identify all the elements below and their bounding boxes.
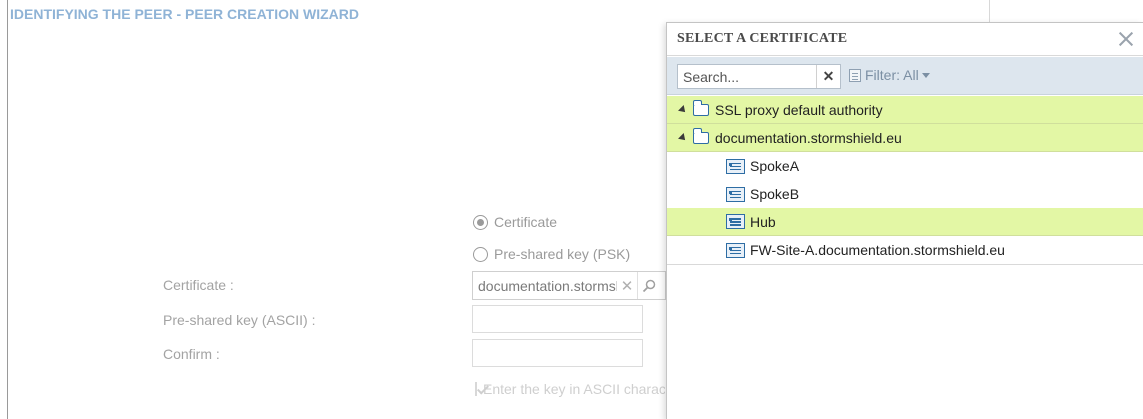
close-icon[interactable] (1119, 32, 1133, 46)
tree-item-hub[interactable]: Hub (667, 208, 1143, 236)
tree-item-spokea[interactable]: SpokeA (667, 152, 1143, 180)
tree-item-label: SSL proxy default authority (715, 101, 883, 118)
popup-header: SELECT A CERTIFICATE (667, 23, 1143, 56)
radio-psk-indicator[interactable] (473, 246, 488, 262)
tree-item-label: SpokeA (750, 158, 800, 174)
certificate-icon (726, 186, 745, 202)
tree-item-spokeb[interactable]: SpokeB (667, 180, 1143, 208)
folder-icon (692, 127, 709, 144)
certificate-clear-icon[interactable]: ✕ (617, 277, 637, 295)
popup-title: SELECT A CERTIFICATE (677, 31, 848, 46)
certificate-tree: SSL proxy default authority documentatio… (667, 96, 1143, 265)
search-clear-icon[interactable]: ✕ (816, 65, 840, 88)
ascii-checkbox-label: Enter the key in ASCII characters (483, 381, 665, 397)
folder-icon (692, 99, 709, 116)
radio-certificate[interactable]: Certificate (473, 214, 557, 230)
wizard-left-border (7, 0, 8, 419)
radio-certificate-label: Certificate (494, 214, 558, 230)
tree-item-label: SpokeB (750, 186, 800, 202)
confirm-input[interactable] (472, 339, 643, 367)
tree-item-label: documentation.stormshield.eu (715, 129, 902, 146)
tree-item-label: Hub (750, 213, 776, 230)
expand-arrow-icon[interactable] (678, 132, 688, 143)
tree-item-documentation-stormshield[interactable]: documentation.stormshield.eu (667, 124, 1143, 152)
radio-psk-label: Pre-shared key (PSK) (494, 246, 631, 262)
certificate-icon (726, 214, 745, 229)
popup-toolbar: ✕ Filter: All (667, 57, 1143, 95)
chevron-down-icon (921, 72, 930, 78)
certificate-value: documentation.stormshield.eu (478, 277, 617, 294)
certificate-icon (726, 242, 745, 258)
search-input[interactable] (678, 68, 816, 85)
filter-label: Filter: All (865, 67, 919, 83)
psk-label: Pre-shared key (ASCII) : (163, 312, 316, 328)
certificate-field[interactable]: documentation.stormshield.eu ✕ (472, 271, 666, 300)
radio-certificate-indicator[interactable] (473, 214, 488, 230)
wizard-title: IDENTIFYING THE PEER - PEER CREATION WIZ… (10, 6, 359, 22)
select-certificate-popup: SELECT A CERTIFICATE ✕ Filter: All SSL p… (666, 22, 1143, 419)
psk-input[interactable] (472, 305, 643, 333)
certificate-icon (726, 158, 745, 174)
search-box: ✕ (677, 64, 841, 89)
tree-item-ssl-proxy-authority[interactable]: SSL proxy default authority (667, 96, 1143, 124)
ascii-checkbox-row[interactable]: Enter the key in ASCII characters (475, 381, 665, 397)
expand-arrow-icon[interactable] (678, 104, 688, 115)
certificate-label: Certificate : (163, 277, 234, 293)
filter-dropdown[interactable]: Filter: All (849, 67, 930, 83)
certificate-search-icon[interactable] (637, 272, 659, 299)
filter-icon (849, 68, 861, 82)
radio-psk[interactable]: Pre-shared key (PSK) (473, 246, 630, 262)
confirm-label: Confirm : (163, 346, 220, 362)
ascii-checkbox[interactable] (475, 382, 477, 396)
tree-item-label: FW-Site-A.documentation.stormshield.eu (750, 242, 1005, 258)
tree-item-fw-site-a[interactable]: FW-Site-A.documentation.stormshield.eu (667, 236, 1143, 264)
